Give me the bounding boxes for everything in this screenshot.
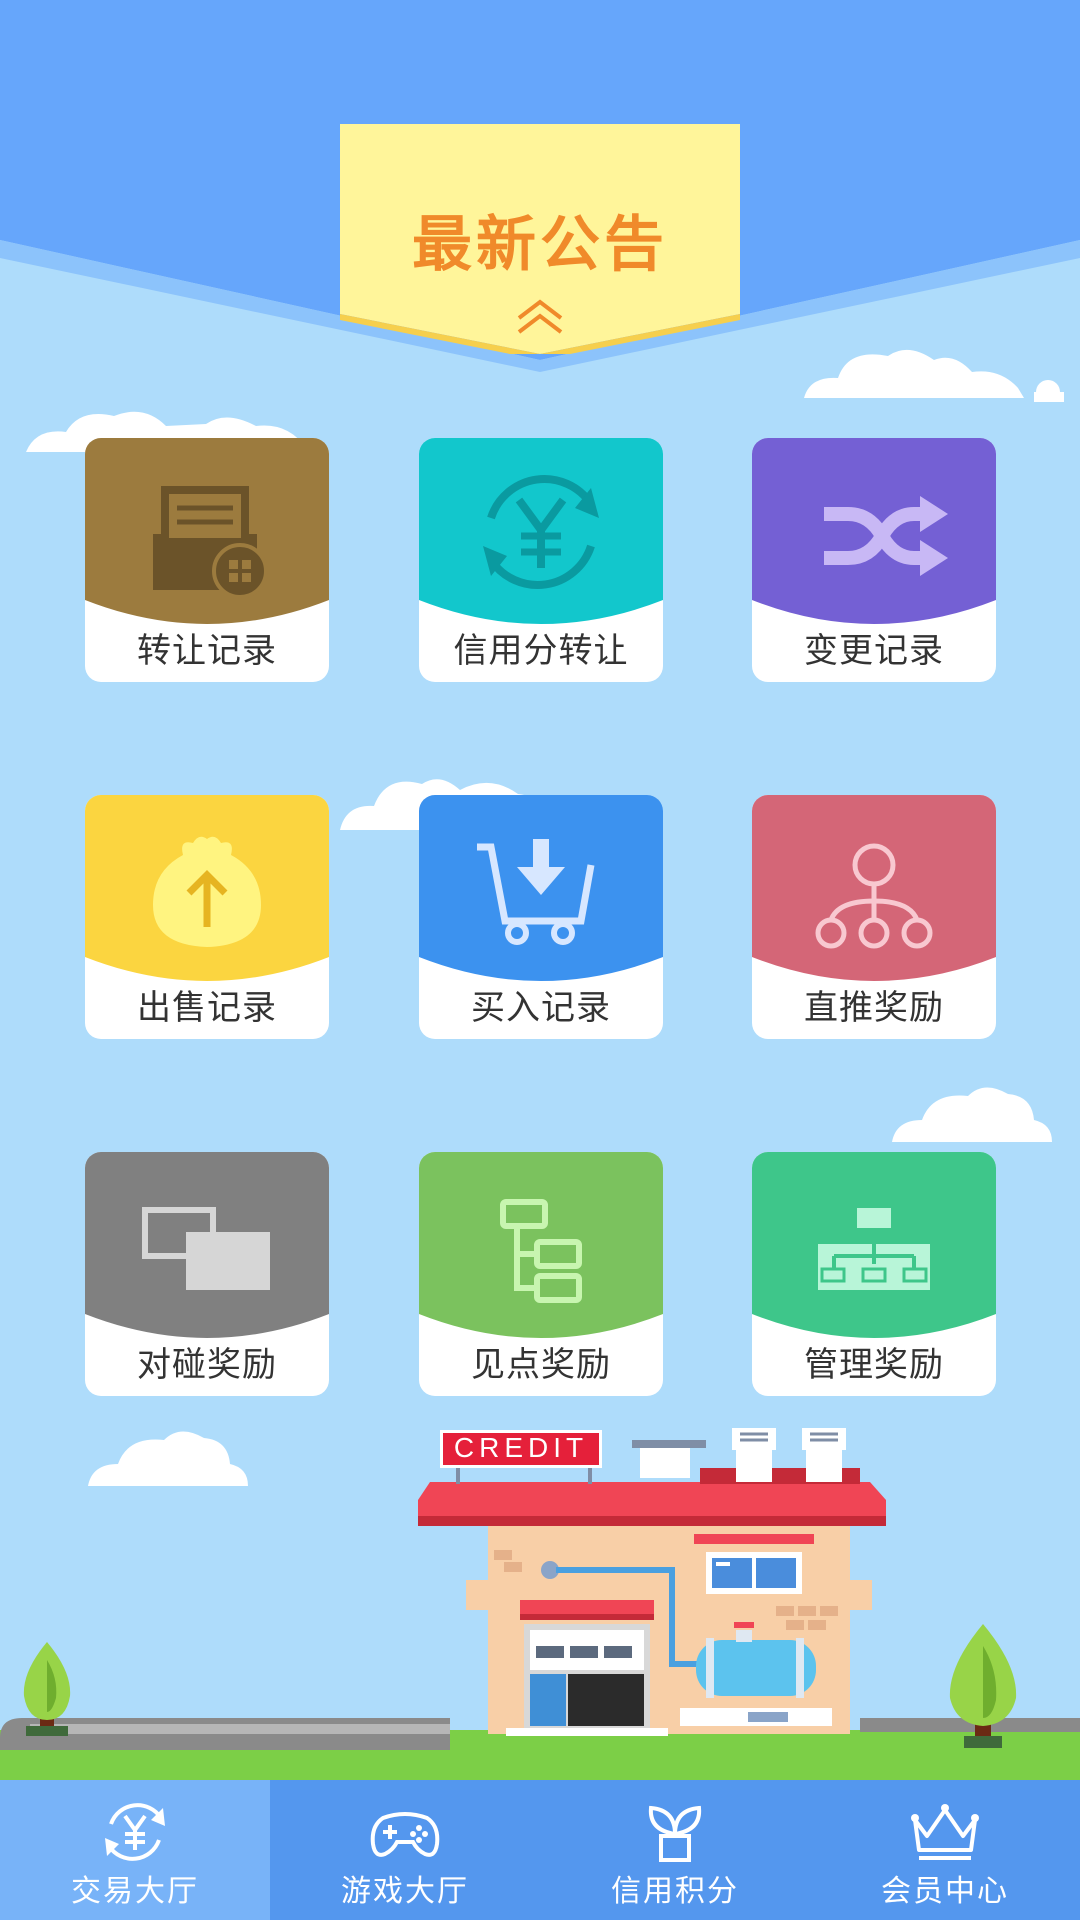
double-chevron-up-icon[interactable] (515, 296, 565, 336)
grid-item-point-reward[interactable]: 见点奖励 (419, 1152, 663, 1396)
transfer-record-icon (153, 486, 268, 599)
grid-item-sell-record[interactable]: 出售记录 (85, 795, 329, 1039)
nav-label: 游戏大厅 (341, 1874, 469, 1909)
yen-exchange-icon (483, 475, 599, 589)
grid-item-transfer-record[interactable]: 转让记录 (85, 438, 329, 682)
credit-sign-text: CREDIT (453, 1432, 589, 1463)
sprout-pot-icon (648, 1805, 702, 1862)
cloud-decoration (804, 349, 1064, 402)
grid-item-label: 买入记录 (471, 988, 611, 1028)
grid-item-label: 出售记录 (137, 988, 277, 1028)
grid-item-management-reward[interactable]: 管理奖励 (752, 1152, 996, 1396)
overlap-squares-icon (142, 1207, 270, 1290)
grid-item-label: 转让记录 (137, 631, 277, 671)
nav-member-center[interactable]: 会员中心 (810, 1780, 1080, 1920)
grid-item-label: 信用分转让 (453, 631, 629, 671)
grid-item-direct-reward[interactable]: 直推奖励 (752, 795, 996, 1039)
nav-trading-hall[interactable]: 交易大厅 (0, 1780, 270, 1920)
tree-list-icon (500, 1199, 582, 1303)
nav-credit-points[interactable]: 信用积分 (540, 1780, 810, 1920)
grid-item-label: 管理奖励 (804, 1345, 944, 1385)
bottom-nav: 交易大厅 游戏大厅 信用积分 会员中心 (0, 1780, 1080, 1920)
grid-item-label: 直推奖励 (804, 988, 944, 1028)
grid-item-collision-reward[interactable]: 对碰奖励 (85, 1152, 329, 1396)
grid-item-change-record[interactable]: 变更记录 (752, 438, 996, 682)
nav-label: 信用积分 (611, 1874, 739, 1909)
credit-shop-illustration (0, 1428, 1080, 1780)
org-chart-icon (818, 1208, 930, 1290)
hierarchy-nodes-icon (815, 843, 933, 949)
nav-label: 交易大厅 (71, 1874, 199, 1909)
money-bag-icon (153, 836, 261, 947)
cloud-decoration (892, 1087, 1052, 1142)
nav-label: 会员中心 (881, 1874, 1009, 1909)
yen-cycle-icon (105, 1803, 165, 1861)
grid-item-buy-record[interactable]: 买入记录 (419, 795, 663, 1039)
crown-icon (911, 1804, 979, 1860)
shuffle-icon (824, 496, 948, 576)
grid-item-label: 对碰奖励 (137, 1345, 277, 1385)
grid-item-label: 见点奖励 (471, 1345, 611, 1385)
gamepad-icon (370, 1812, 440, 1857)
nav-game-hall[interactable]: 游戏大厅 (270, 1780, 540, 1920)
grid-item-credit-transfer[interactable]: 信用分转让 (419, 438, 663, 682)
grid-item-label: 变更记录 (804, 631, 944, 671)
notice-title[interactable]: 最新公告 (340, 196, 740, 283)
cart-download-icon (477, 839, 595, 945)
